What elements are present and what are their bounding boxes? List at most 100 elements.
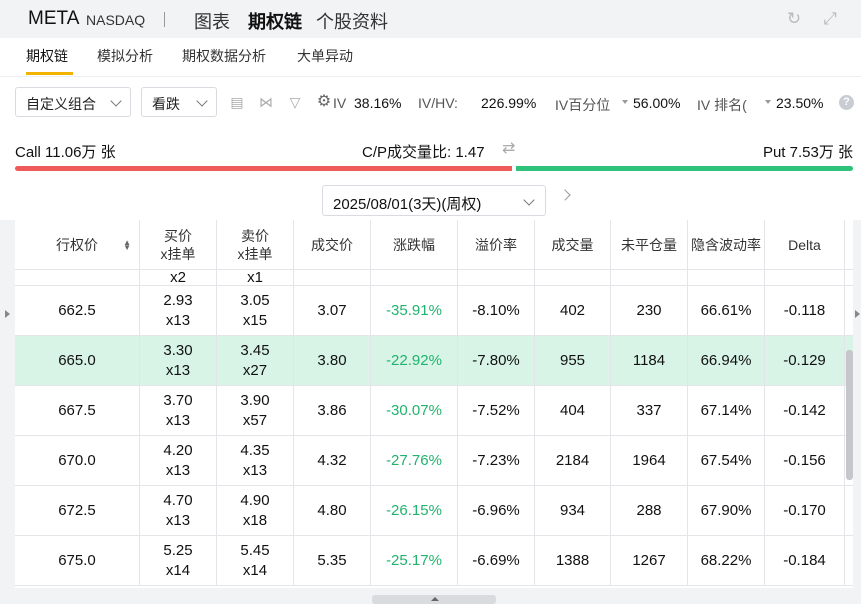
cell-volume: 955 <box>535 336 611 386</box>
exchange-label: NASDAQ <box>86 12 146 28</box>
tab-chart[interactable]: 图表 <box>194 8 230 34</box>
cell-volume-text: 934 <box>559 502 586 519</box>
cell-oi: 1267 <box>611 536 688 586</box>
cell-volume: 2184 <box>535 436 611 486</box>
cell-strike-text: 665.0 <box>58 352 96 369</box>
column-header-bid[interactable]: 买价 x挂单 <box>140 220 217 270</box>
collapse-left-icon[interactable] <box>5 310 10 318</box>
column-header-delta[interactable]: Delta <box>765 220 845 270</box>
cell-iv-text: 67.14% <box>700 402 752 419</box>
table-row[interactable]: x2 x1 <box>15 270 853 286</box>
compare-icon[interactable]: ⋈ <box>258 94 274 110</box>
expiry-date-select[interactable]: 2025/08/01(3天)(周权) <box>322 185 546 216</box>
cell-delta: -0.156 <box>765 436 845 486</box>
column-header-volume[interactable]: 成交量 <box>535 220 611 270</box>
dropdown-icon[interactable] <box>765 100 771 104</box>
chevron-down-icon <box>196 95 208 107</box>
cell-last <box>294 270 371 285</box>
cell-delta-text: -0.118 <box>783 302 826 319</box>
dropdown-icon[interactable] <box>622 100 628 104</box>
subtab-option-data-analysis[interactable]: 期权数据分析 <box>182 46 266 66</box>
call-volume-bar <box>15 166 512 171</box>
cell-iv-text: 67.54% <box>700 452 752 469</box>
column-header-label: Delta <box>788 237 821 253</box>
cell-ask: 4.90 x18 <box>217 486 294 536</box>
cell-bid: 4.20 x13 <box>140 436 217 486</box>
cell-oi: 1184 <box>611 336 688 386</box>
iv-label: IV <box>333 95 347 111</box>
cell-bid-text: 2.93 <box>163 292 193 309</box>
tab-stock-profile[interactable]: 个股资料 <box>316 8 388 34</box>
cell-strike: 670.0 <box>15 436 140 486</box>
column-header-strike[interactable]: 行权价 ▲ ▼ <box>15 220 140 270</box>
cell-premium: -7.80% <box>458 336 535 386</box>
column-header-premium[interactable]: 溢价率 <box>458 220 535 270</box>
filter-icon[interactable]: ▽ <box>287 94 303 110</box>
sort-icon[interactable]: ▲ ▼ <box>123 239 131 252</box>
cell-bid-text: 3.30 <box>163 342 193 359</box>
chevron-up-icon[interactable] <box>431 597 439 601</box>
cell-oi-text: 1184 <box>632 352 666 369</box>
direction-select[interactable]: 看跌 <box>141 87 217 117</box>
cell-ask: 3.90 x57 <box>217 386 294 436</box>
cell-last-text: 3.86 <box>317 402 347 419</box>
iv-percentile-value: 56.00% <box>633 95 681 111</box>
refresh-icon[interactable]: ↻ <box>784 9 804 29</box>
column-header-oi[interactable]: 未平仓量 <box>611 220 688 270</box>
cell-change-text: -26.15% <box>386 502 442 519</box>
cell-last-text: 3.07 <box>317 302 347 319</box>
column-header-label: 未平仓量 <box>621 237 677 253</box>
swap-icon[interactable]: ⇄ <box>502 138 515 158</box>
help-icon[interactable]: ? <box>839 95 854 110</box>
cell-bid-text: 4.70 <box>163 492 193 509</box>
option-chain-table: 行权价 ▲ ▼ 买价 x挂单 卖价 x挂单 成交价 涨跌幅 溢价率 成交量 未平仓量 隐含波动率 Delt… <box>15 220 853 588</box>
cell-premium-text: -7.23% <box>472 452 520 469</box>
iv-rank-value: 23.50% <box>776 95 824 111</box>
cell-premium-text: -6.96% <box>472 502 520 519</box>
column-header-change[interactable]: 涨跌幅 <box>371 220 458 270</box>
cell-iv <box>688 270 765 285</box>
cell-delta-text: -0.156 <box>783 452 826 469</box>
cell-bid: 3.30 x13 <box>140 336 217 386</box>
table-view-icon[interactable]: ▤ <box>229 94 245 110</box>
table-row[interactable]: 667.5 3.70 x13 3.90 x57 3.86 -30.07% -7.52% 404 3… <box>15 386 853 436</box>
cell-premium: -7.52% <box>458 386 535 436</box>
cell-iv: 67.90% <box>688 486 765 536</box>
call-volume: Call 11.06万 张 <box>15 144 116 161</box>
chevron-down-icon <box>523 194 535 206</box>
expand-icon[interactable]: ⤢ <box>820 9 840 29</box>
cp-volume-ratio: C/P成交量比: 1.47 <box>362 144 485 161</box>
gear-icon[interactable]: ⚙ <box>316 94 332 110</box>
cell-ask-size-text: x27 <box>242 362 268 379</box>
iv-rank-label: IV 排名( <box>697 97 747 113</box>
cell-iv-text: 66.61% <box>700 302 752 319</box>
table-row[interactable]: 662.5 2.93 x13 3.05 x15 3.07 -35.91% -8.10% 402 2… <box>15 286 853 336</box>
column-header-last[interactable]: 成交价 <box>294 220 371 270</box>
tab-option-chain[interactable]: 期权链 <box>248 8 302 34</box>
column-header-label: 隐含波动率 <box>691 237 761 253</box>
subtab-large-orders[interactable]: 大单异动 <box>297 46 353 66</box>
cell-ask-text: 3.90 <box>240 392 270 409</box>
subtab-simulation[interactable]: 模拟分析 <box>97 46 153 66</box>
cell-strike: 662.5 <box>15 286 140 336</box>
vertical-scrollbar[interactable] <box>846 350 853 480</box>
chevron-right-icon[interactable] <box>559 189 571 201</box>
cell-oi: 230 <box>611 286 688 336</box>
table-row[interactable]: 670.0 4.20 x13 4.35 x13 4.32 -27.76% -7.23% 2184… <box>15 436 853 486</box>
cell-bid-size-text: x13 <box>165 462 191 479</box>
chevron-down-icon <box>110 95 122 107</box>
cell-delta-text: -0.129 <box>783 352 826 369</box>
cell-delta-text: -0.170 <box>783 502 826 519</box>
column-header-label: 成交价 <box>311 237 353 253</box>
cell-volume: 402 <box>535 286 611 336</box>
combo-select[interactable]: 自定义组合 <box>15 87 131 117</box>
collapse-right-icon[interactable] <box>855 310 860 318</box>
subtab-option-chain[interactable]: 期权链 <box>26 46 68 66</box>
column-header-iv[interactable]: 隐含波动率 <box>688 220 765 270</box>
cell-premium: -8.10% <box>458 286 535 336</box>
cell-iv: 66.94% <box>688 336 765 386</box>
table-row[interactable]: 675.0 5.25 x14 5.45 x14 5.35 -25.17% -6.69% 1388… <box>15 536 853 586</box>
table-row[interactable]: 672.5 4.70 x13 4.90 x18 4.80 -26.15% -6.96% 934 2… <box>15 486 853 536</box>
column-header-ask[interactable]: 卖价 x挂单 <box>217 220 294 270</box>
table-row[interactable]: 665.0 3.30 x13 3.45 x27 3.80 -22.92% -7.80% 955 1… <box>15 336 853 386</box>
